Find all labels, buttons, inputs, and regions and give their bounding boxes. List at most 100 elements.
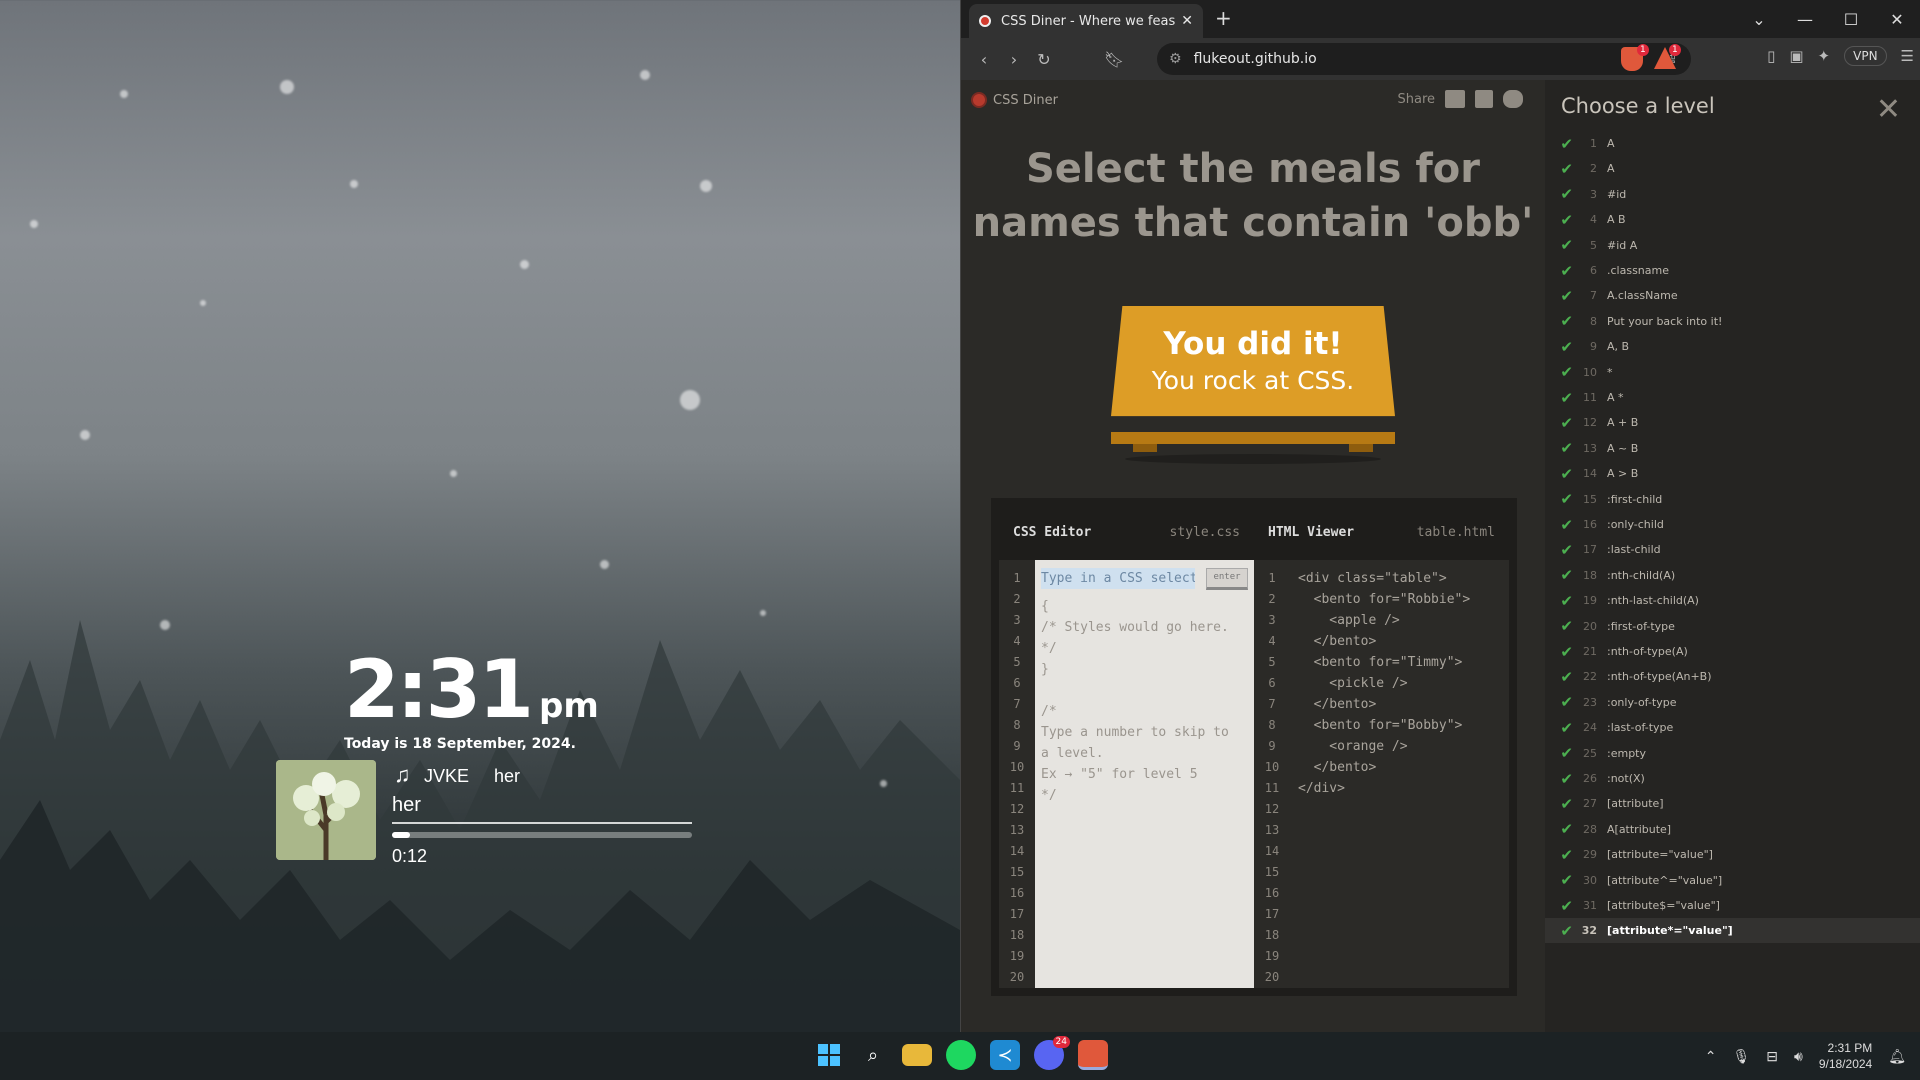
close-tab-icon[interactable]: ✕ <box>1181 13 1193 29</box>
leo-ai-icon[interactable]: ✦ <box>1818 47 1831 65</box>
html-code-line[interactable]: <bento for="Bobby"> <box>1298 715 1501 736</box>
site-logo[interactable]: CSS Diner <box>971 92 1058 108</box>
forward-button[interactable]: › <box>999 50 1029 69</box>
level-item[interactable]: ✔ 32 [attribute*="value"] <box>1545 918 1920 944</box>
level-item[interactable]: ✔ 4 A B <box>1545 207 1920 232</box>
level-item[interactable]: ✔ 3 #id <box>1545 182 1920 207</box>
level-item[interactable]: ✔ 10 * <box>1545 360 1920 385</box>
checkmark-icon: ✔ <box>1560 413 1573 432</box>
level-item[interactable]: ✔ 15:first-child <box>1545 487 1920 512</box>
level-item[interactable]: ✔ 23:only-of-type <box>1545 690 1920 715</box>
windows-start-icon[interactable] <box>814 1040 844 1070</box>
level-item[interactable]: ✔ 1 A <box>1545 131 1920 156</box>
tab-search-icon[interactable]: ⌄ <box>1736 10 1782 29</box>
track-progress-bar[interactable] <box>392 832 692 838</box>
twitter-icon[interactable] <box>1503 90 1523 108</box>
level-item[interactable]: ✔ 27 [attribute] <box>1545 791 1920 816</box>
level-item[interactable]: ✔ 8 Put your back into it! <box>1545 309 1920 334</box>
level-number: 13 <box>1583 441 1597 455</box>
level-item[interactable]: ✔ 31 [attribute$="value"] <box>1545 893 1920 918</box>
level-item[interactable]: ✔ 7 A.className <box>1545 283 1920 308</box>
level-number: 26 <box>1583 772 1597 785</box>
enter-button[interactable]: enter <box>1206 568 1248 590</box>
level-item[interactable]: ✔ 26:not(X) <box>1545 766 1920 791</box>
level-item[interactable]: ✔ 11 A * <box>1545 385 1920 410</box>
level-item[interactable]: ✔ 19:nth-last-child(A) <box>1545 588 1920 613</box>
level-item[interactable]: ✔ 12 A + B <box>1545 410 1920 435</box>
spotify-icon[interactable] <box>946 1040 976 1070</box>
html-code-line[interactable]: </div> <box>1298 778 1501 799</box>
vpn-button[interactable]: VPN <box>1844 46 1887 66</box>
network-icon[interactable]: ⊟ <box>1766 1048 1778 1065</box>
level-item[interactable]: ✔ 6 .classname <box>1545 258 1920 283</box>
level-item[interactable]: ✔ 18:nth-child(A) <box>1545 563 1920 588</box>
line-number: 9 <box>1013 739 1021 753</box>
bookmark-icon[interactable]: 🔖︎ <box>1099 50 1129 69</box>
search-icon[interactable]: ⌕ <box>858 1040 888 1070</box>
menu-icon[interactable]: ☰ <box>1901 47 1914 65</box>
html-code-line[interactable]: </bento> <box>1298 694 1501 715</box>
checkmark-icon: ✔ <box>1560 540 1573 559</box>
level-item[interactable]: ✔ 5 #id A <box>1545 233 1920 258</box>
css-code-line: /* Styles would go here. */ <box>1041 620 1229 656</box>
html-code-line[interactable]: <bento for="Timmy"> <box>1298 652 1501 673</box>
share-label: Share <box>1397 91 1435 107</box>
close-sidebar-icon[interactable]: ✕ <box>1876 92 1901 127</box>
level-item[interactable]: ✔ 22:nth-of-type(An+B) <box>1545 664 1920 689</box>
level-item[interactable]: ✔ 24:last-of-type <box>1545 715 1920 740</box>
css-selector-input[interactable]: Type in a CSS selector <box>1041 568 1195 589</box>
file-explorer-icon[interactable] <box>902 1044 932 1066</box>
level-number: 32 <box>1581 924 1597 938</box>
show-hidden-icons-icon[interactable]: ⌃ <box>1705 1048 1717 1065</box>
level-item[interactable]: ✔ 21:nth-of-type(A) <box>1545 639 1920 664</box>
level-item[interactable]: ✔ 13 A ~ B <box>1545 436 1920 461</box>
level-item[interactable]: ✔ 17:last-child <box>1545 537 1920 562</box>
level-item[interactable]: ✔ 29 [attribute="value"] <box>1545 842 1920 867</box>
table-leg <box>1349 444 1373 452</box>
level-label: A ~ B <box>1607 441 1639 455</box>
track-elapsed: 0:12 <box>392 846 428 866</box>
track-artist: JVKE <box>424 766 470 786</box>
html-code-line[interactable]: <orange /> <box>1298 736 1501 757</box>
browser-tab[interactable]: CSS Diner - Where we feast on ✕ <box>969 4 1203 38</box>
level-item[interactable]: ✔ 20:first-of-type <box>1545 614 1920 639</box>
site-settings-icon[interactable]: ⚙ <box>1169 51 1182 67</box>
wallet-icon[interactable]: ▣ <box>1789 47 1803 65</box>
microphone-icon[interactable]: 🎙︎ <box>1732 1048 1750 1065</box>
level-item[interactable]: ✔ 14 A > B <box>1545 461 1920 486</box>
line-number: 4 <box>1268 634 1276 648</box>
close-window-button[interactable]: ✕ <box>1874 10 1920 29</box>
volume-icon[interactable]: 🔊︎ <box>1794 1048 1803 1065</box>
html-code-line[interactable]: <bento for="Robbie"> <box>1298 589 1501 610</box>
level-item[interactable]: ✔ 28 A[attribute] <box>1545 817 1920 842</box>
address-bar[interactable]: ⚙ flukeout.github.io ⇪ <box>1157 43 1691 75</box>
level-item[interactable]: ✔ 2 A <box>1545 156 1920 181</box>
minimize-button[interactable]: — <box>1782 10 1828 29</box>
notifications-icon[interactable]: 🔔︎ <box>1888 1048 1906 1065</box>
css-code-line: */ <box>1041 788 1057 803</box>
level-number: 5 <box>1590 238 1597 252</box>
discord-icon[interactable]: 24 <box>1034 1036 1070 1070</box>
html-code-line[interactable]: </bento> <box>1298 757 1501 778</box>
level-item[interactable]: ✔ 9 A, B <box>1545 334 1920 359</box>
html-viewer-title: HTML Viewer <box>1268 524 1355 540</box>
email-icon[interactable] <box>1445 90 1465 108</box>
html-code-line[interactable]: <div class="table"> <box>1298 568 1501 589</box>
back-button[interactable]: ‹ <box>969 50 999 69</box>
html-code-line[interactable]: <apple /> <box>1298 610 1501 631</box>
reload-button[interactable]: ↻ <box>1029 50 1059 69</box>
tray-clock[interactable]: 2:31 PM 9/18/2024 <box>1819 1040 1872 1072</box>
sidebar-toggle-icon[interactable]: ▯ <box>1767 47 1775 65</box>
line-number: 19 <box>1264 949 1280 963</box>
html-code-line[interactable]: </bento> <box>1298 631 1501 652</box>
facebook-icon[interactable] <box>1475 90 1493 108</box>
checkmark-icon: ✔ <box>1560 845 1573 864</box>
maximize-button[interactable]: ☐ <box>1828 10 1874 29</box>
html-code-line[interactable]: <pickle /> <box>1298 673 1501 694</box>
level-item[interactable]: ✔ 25:empty <box>1545 741 1920 766</box>
brave-icon[interactable] <box>1078 1040 1108 1070</box>
new-tab-button[interactable]: + <box>1215 6 1232 30</box>
level-item[interactable]: ✔ 16:only-child <box>1545 512 1920 537</box>
vscode-icon[interactable]: ≺ <box>990 1040 1020 1070</box>
level-item[interactable]: ✔ 30 [attribute^="value"] <box>1545 868 1920 893</box>
